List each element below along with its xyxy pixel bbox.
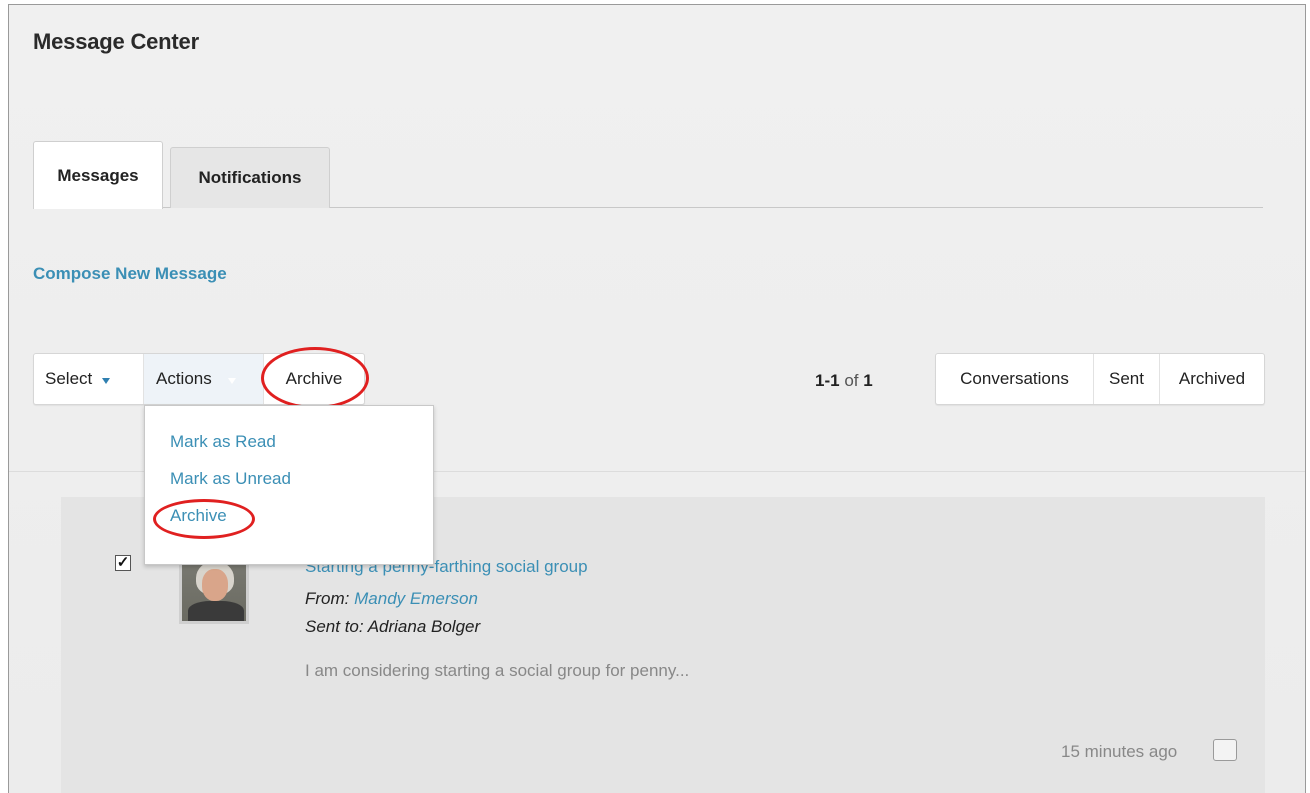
page-title: Message Center bbox=[33, 29, 199, 54]
menu-item-archive[interactable]: Archive bbox=[170, 506, 227, 526]
sender-name-link[interactable]: Mandy Emerson bbox=[354, 589, 478, 608]
select-label: Select bbox=[45, 369, 93, 388]
conversations-view-button[interactable]: Conversations bbox=[936, 354, 1094, 404]
menu-item-mark-as-unread[interactable]: Mark as Unread bbox=[170, 469, 291, 489]
menu-item-mark-as-read[interactable]: Mark as Read bbox=[170, 432, 276, 452]
message-toolbar: Select Actions Archive bbox=[33, 353, 365, 405]
archive-label: Archive bbox=[285, 369, 343, 388]
archived-view-button[interactable]: Archived bbox=[1160, 354, 1264, 404]
pagination-of: of bbox=[844, 371, 859, 390]
tab-bar: Messages Notifications bbox=[33, 141, 1263, 209]
select-dropdown-button[interactable]: Select bbox=[34, 354, 144, 404]
from-label: From: bbox=[305, 589, 350, 608]
message-sent-to: Sent to: Adriana Bolger bbox=[305, 617, 481, 636]
row-action-checkbox[interactable] bbox=[1213, 739, 1237, 761]
chevron-down-icon bbox=[102, 377, 111, 384]
compose-new-message-link[interactable]: Compose New Message bbox=[33, 264, 227, 284]
view-filter-group: Conversations Sent Archived bbox=[935, 353, 1265, 405]
actions-label: Actions bbox=[156, 369, 212, 388]
pagination-status: 1-1 of 1 bbox=[815, 371, 873, 391]
pagination-total: 1 bbox=[863, 371, 873, 390]
message-timestamp: 15 minutes ago bbox=[1061, 742, 1178, 761]
tab-messages[interactable]: Messages bbox=[33, 141, 163, 209]
actions-dropdown-button[interactable]: Actions bbox=[144, 354, 264, 404]
actions-dropdown-menu: Mark as Read Mark as Unread Archive bbox=[144, 405, 434, 565]
message-center-panel: Message Center Messages Notifications Co… bbox=[8, 4, 1306, 793]
chevron-down-icon bbox=[227, 377, 236, 384]
message-preview: I am considering starting a social group… bbox=[305, 661, 690, 680]
tab-notifications[interactable]: Notifications bbox=[170, 147, 330, 208]
checkbox-checked-icon[interactable]: ✓ bbox=[115, 555, 131, 571]
message-from: From: Mandy Emerson bbox=[305, 589, 478, 609]
sent-view-button[interactable]: Sent bbox=[1094, 354, 1160, 404]
archive-button[interactable]: Archive bbox=[264, 354, 364, 404]
pagination-range: 1-1 bbox=[815, 371, 840, 390]
